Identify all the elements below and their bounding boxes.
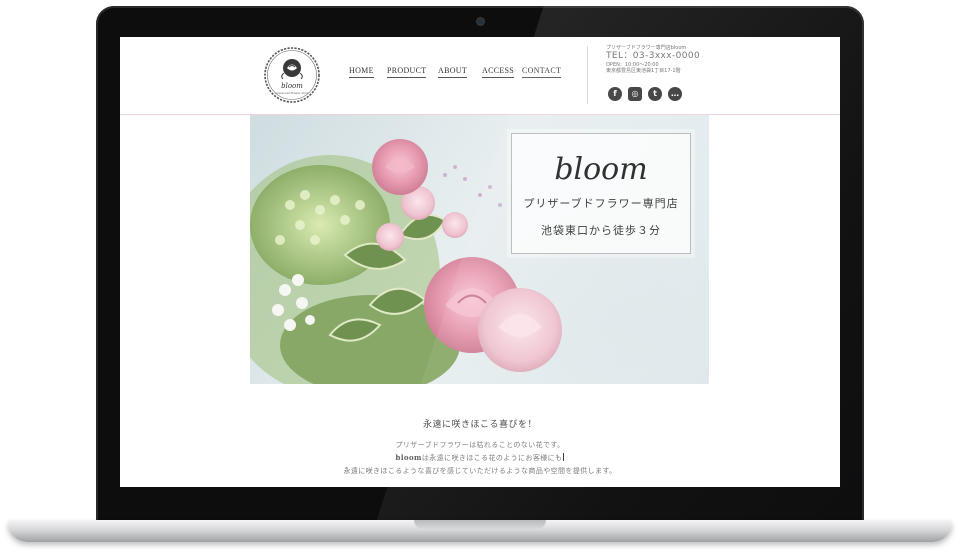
intro-title: 永遠に咲きほこる喜びを！ [422, 420, 537, 430]
hero-tagline: プリザーブドフラワー専門店 [523, 197, 679, 210]
intro-line-2: bloomは永遠に咲きほこる花のようにお客様にも [120, 453, 840, 463]
header-divider [587, 46, 588, 104]
website-screen: bloom preserved flower shop HOME PRODUCT… [120, 37, 840, 487]
hero-brand: bloom [554, 152, 648, 187]
site-header: bloom preserved flower shop HOME PRODUCT… [120, 37, 840, 115]
nav-home[interactable]: HOME [349, 66, 374, 78]
nav-product[interactable]: PRODUCT [387, 66, 427, 78]
logo-wordmark: bloom [281, 82, 303, 90]
nav-about[interactable]: ABOUT [438, 66, 468, 78]
facebook-icon[interactable]: f [608, 87, 622, 101]
intro-line-3: 永遠に咲きほこるような喜びを感じていただけるような商品や空間を提供します。 [343, 467, 617, 475]
laptop-notch [414, 520, 546, 529]
bloom-logo[interactable]: bloom preserved flower shop [263, 46, 321, 104]
hero-access-note: 池袋東口から徒歩３分 [541, 224, 661, 237]
logo-subtitle: preserved flower shop [275, 91, 309, 95]
twitter-icon[interactable]: t [648, 87, 662, 101]
nav-access[interactable]: ACCESS [482, 66, 515, 78]
intro-brand-word: bloom [395, 453, 422, 462]
line-icon[interactable]: … [668, 87, 682, 101]
hero-caption-box: bloom プリザーブドフラワー専門店 池袋東口から徒歩３分 [511, 133, 691, 254]
shop-info: プリザーブドフラワー専門店bloom TEL：03-3xxx-0000 OPEN… [606, 45, 736, 74]
rose-logo-icon [264, 47, 320, 103]
intro-line-1: プリザーブドフラワーは枯れることのない花です。 [395, 441, 565, 449]
camera-icon [477, 18, 484, 25]
nav-contact[interactable]: CONTACT [522, 66, 562, 78]
hero-banner: bloom プリザーブドフラワー専門店 池袋東口から徒歩３分 [250, 115, 709, 384]
intro-line-2-text: は永遠に咲きほこる花のようにお客様にも [421, 454, 563, 462]
shop-address: 東京都豊島区東池袋1丁目17-1階 [606, 68, 681, 74]
instagram-icon[interactable]: ◎ [628, 87, 642, 101]
shop-tel[interactable]: TEL：03-3xxx-0000 [606, 51, 736, 62]
text-cursor [563, 453, 565, 461]
